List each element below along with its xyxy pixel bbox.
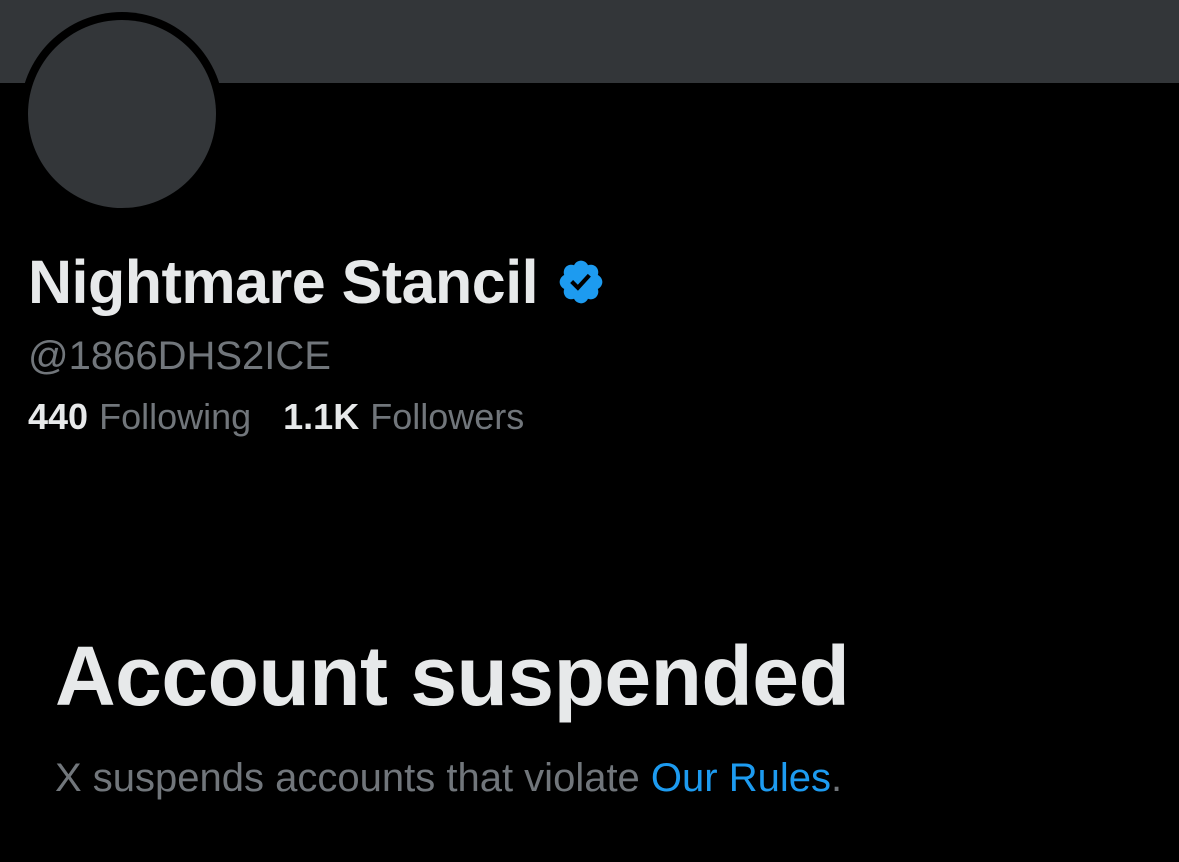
following-count: 440 (28, 396, 89, 437)
followers-count: 1.1K (283, 396, 360, 437)
followers-label: Followers (370, 396, 525, 437)
following-label: Following (99, 396, 252, 437)
followers-link[interactable]: 1.1K Followers (283, 396, 524, 437)
display-name: Nightmare Stancil (28, 247, 539, 316)
following-link[interactable]: 440 Following (28, 396, 251, 437)
suspended-message-prefix: X suspends accounts that violate (55, 756, 651, 800)
suspended-message: X suspends accounts that violate Our Rul… (55, 754, 842, 802)
profile-handle: @1866DHS2ICE (28, 334, 331, 378)
verified-badge-icon[interactable] (556, 257, 606, 307)
suspended-title: Account suspended (55, 629, 850, 723)
avatar-placeholder (28, 20, 216, 208)
profile-stats: 440 Following 1.1K Followers (28, 396, 524, 437)
our-rules-link[interactable]: Our Rules (651, 756, 831, 800)
profile-name-row: Nightmare Stancil (28, 244, 606, 320)
suspended-message-suffix: . (830, 756, 843, 800)
avatar[interactable] (20, 12, 224, 216)
